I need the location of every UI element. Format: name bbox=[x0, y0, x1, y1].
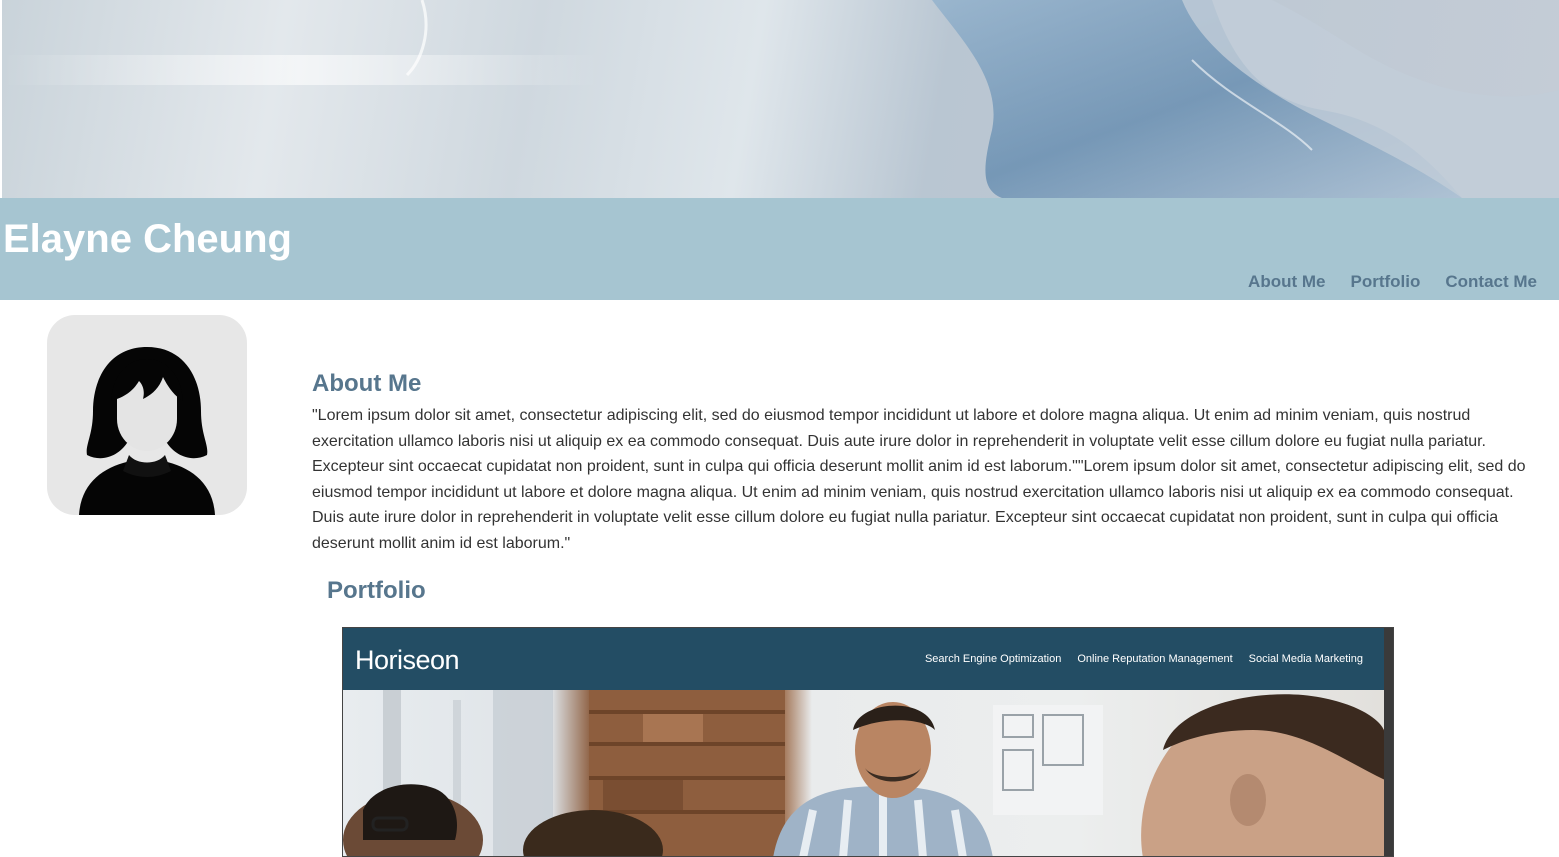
avatar-silhouette-icon bbox=[79, 347, 215, 515]
site-title: Elayne Cheung bbox=[3, 217, 292, 261]
project-header: Horiseon Search Engine Optimization Onli… bbox=[343, 628, 1385, 690]
project-hero-photo bbox=[343, 690, 1385, 856]
main-nav: About Me Portfolio Contact Me bbox=[1248, 272, 1537, 292]
project-logo: Horiseon bbox=[355, 645, 460, 675]
project-hero-artwork bbox=[343, 690, 1385, 856]
project-nav-item: Social Media Marketing bbox=[1248, 653, 1363, 665]
project-nav-item: Online Reputation Management bbox=[1077, 653, 1233, 665]
banner-image bbox=[2, 0, 1559, 198]
about-paragraph: "Lorem ipsum dolor sit amet, consectetur… bbox=[312, 407, 1526, 552]
nav-contact-me[interactable]: Contact Me bbox=[1445, 272, 1537, 292]
project-scrollbar bbox=[1384, 628, 1393, 856]
nav-portfolio[interactable]: Portfolio bbox=[1350, 272, 1420, 292]
banner-artwork bbox=[2, 0, 1559, 198]
project-nav: Search Engine Optimization Online Reputa… bbox=[925, 652, 1363, 666]
avatar bbox=[47, 315, 247, 515]
project-nav-item: Search Engine Optimization bbox=[924, 653, 1062, 665]
portfolio-project-screenshot[interactable]: Horiseon Search Engine Optimization Onli… bbox=[342, 627, 1394, 857]
about-heading: About Me bbox=[312, 370, 422, 397]
portfolio-heading: Portfolio bbox=[327, 577, 426, 604]
nav-about-me[interactable]: About Me bbox=[1248, 272, 1325, 292]
